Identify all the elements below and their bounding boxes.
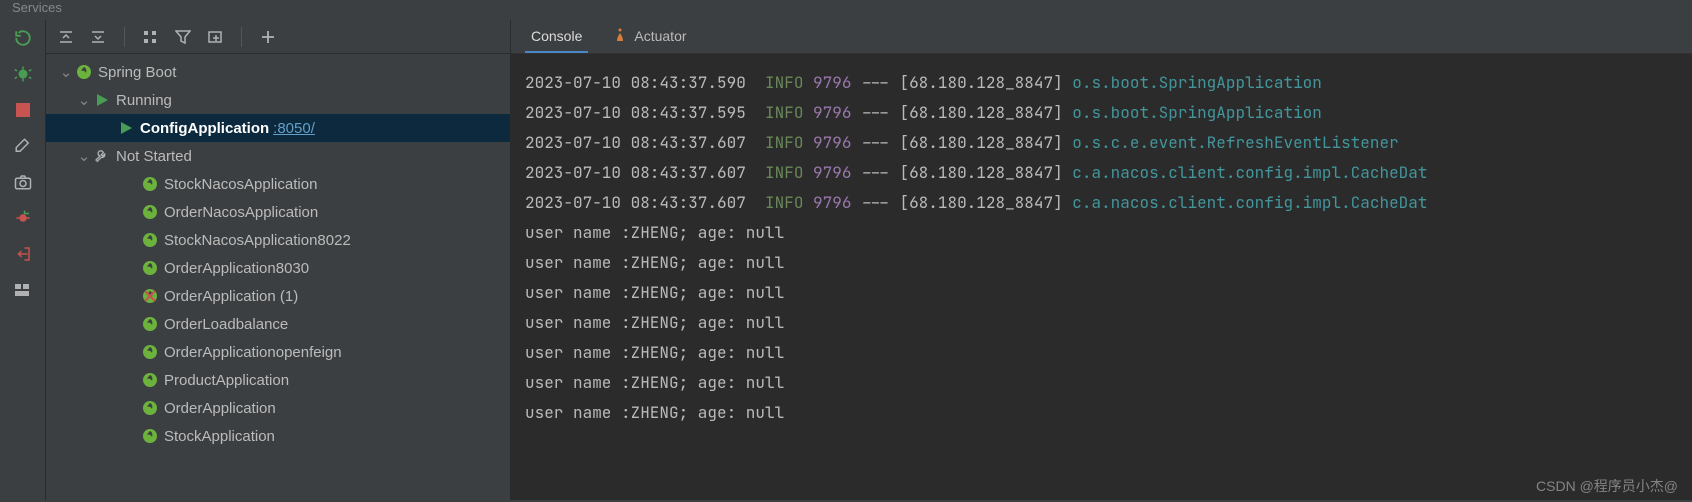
tree-node-app[interactable]: StockApplication — [46, 422, 510, 450]
tree-node-app[interactable]: OrderApplication8030 — [46, 254, 510, 282]
log-line: 2023-07-10 08:43:37.590 INFO 9796 --- [6… — [525, 68, 1692, 98]
spring-boot-icon — [140, 260, 160, 276]
tree-node-app[interactable]: OrderApplicationopenfeign — [46, 338, 510, 366]
tree-label: Running — [116, 92, 172, 109]
chevron-down-icon: ⌄ — [76, 147, 92, 165]
spring-boot-icon — [140, 204, 160, 220]
rerun-icon[interactable] — [11, 26, 35, 50]
tree-label: Spring Boot — [98, 64, 176, 81]
spring-boot-icon — [74, 64, 94, 80]
toolbar-separator — [241, 27, 242, 47]
log-line: user name :ZHENG; age: null — [525, 278, 1692, 308]
tab-label: Console — [531, 28, 582, 44]
log-line: user name :ZHENG; age: null — [525, 218, 1692, 248]
filter-icon[interactable] — [173, 27, 193, 47]
tree-node-app[interactable]: OrderLoadbalance — [46, 310, 510, 338]
log-line: 2023-07-10 08:43:37.607 INFO 9796 --- [6… — [525, 128, 1692, 158]
services-tree[interactable]: ⌄ Spring Boot ⌄ Running ConfigApplicatio… — [46, 54, 510, 500]
tab-console[interactable]: Console — [525, 21, 588, 53]
chevron-down-icon: ⌄ — [76, 91, 92, 109]
spring-boot-icon — [140, 344, 160, 360]
tree-label: OrderApplication8030 — [164, 260, 309, 277]
log-line: user name :ZHENG; age: null — [525, 308, 1692, 338]
tree-label: OrderApplication (1) — [164, 288, 298, 305]
open-new-tab-icon[interactable] — [205, 27, 225, 47]
debug-icon[interactable] — [11, 62, 35, 86]
tree-toolbar — [46, 20, 510, 54]
actuator-icon — [612, 27, 628, 46]
settings-icon[interactable] — [11, 134, 35, 158]
running-icon — [92, 93, 112, 107]
add-service-icon[interactable] — [258, 27, 278, 47]
tab-label: Actuator — [634, 28, 686, 44]
tree-node-not-started[interactable]: ⌄ Not Started — [46, 142, 510, 170]
log-line: 2023-07-10 08:43:37.607 INFO 9796 --- [6… — [525, 158, 1692, 188]
tree-label: ProductApplication — [164, 372, 289, 389]
spring-boot-icon — [140, 400, 160, 416]
tree-node-app[interactable]: ProductApplication — [46, 366, 510, 394]
wrench-icon — [92, 148, 112, 164]
log-line: user name :ZHENG; age: null — [525, 248, 1692, 278]
log-line: user name :ZHENG; age: null — [525, 368, 1692, 398]
port-link[interactable]: :8050/ — [273, 120, 315, 137]
tree-label: StockApplication — [164, 428, 275, 445]
collapse-all-icon[interactable] — [88, 27, 108, 47]
tree-node-app-error[interactable]: OrderApplication (1) — [46, 282, 510, 310]
log-line: 2023-07-10 08:43:37.607 INFO 9796 --- [6… — [525, 188, 1692, 218]
spring-boot-icon — [140, 316, 160, 332]
console-output[interactable]: 2023-07-10 08:43:37.590 INFO 9796 --- [6… — [511, 54, 1692, 500]
tree-label: StockNacosApplication8022 — [164, 232, 351, 249]
tree-label: OrderApplicationopenfeign — [164, 344, 342, 361]
tree-label: Not Started — [116, 148, 192, 165]
tree-node-config-application[interactable]: ConfigApplication :8050/ — [46, 114, 510, 142]
tree-node-app[interactable]: OrderNacosApplication — [46, 198, 510, 226]
tree-label: ConfigApplication — [140, 120, 269, 137]
log-line: user name :ZHENG; age: null — [525, 398, 1692, 428]
console-tabs: Console Actuator — [511, 20, 1692, 54]
tree-label: StockNacosApplication — [164, 176, 317, 193]
camera-icon[interactable] — [11, 170, 35, 194]
console-panel: Console Actuator 2023-07-10 08:43:37.590… — [511, 20, 1692, 500]
spring-boot-icon — [140, 372, 160, 388]
expand-all-icon[interactable] — [56, 27, 76, 47]
services-tree-panel: ⌄ Spring Boot ⌄ Running ConfigApplicatio… — [46, 20, 511, 500]
main-container: ⌄ Spring Boot ⌄ Running ConfigApplicatio… — [0, 20, 1692, 500]
group-by-icon[interactable] — [141, 27, 161, 47]
tab-actuator[interactable]: Actuator — [606, 21, 692, 53]
spring-boot-icon — [140, 428, 160, 444]
tree-node-app[interactable]: StockNacosApplication8022 — [46, 226, 510, 254]
log-line: user name :ZHENG; age: null — [525, 338, 1692, 368]
tree-node-running[interactable]: ⌄ Running — [46, 86, 510, 114]
action-gutter — [0, 20, 46, 500]
spring-boot-error-icon — [140, 288, 160, 304]
tree-node-spring-boot[interactable]: ⌄ Spring Boot — [46, 58, 510, 86]
tree-label: OrderApplication — [164, 400, 276, 417]
tree-label: OrderLoadbalance — [164, 316, 288, 333]
tree-node-app[interactable]: StockNacosApplication — [46, 170, 510, 198]
tool-window-title: Services — [0, 0, 1692, 20]
debug-attach-icon[interactable] — [11, 206, 35, 230]
toolbar-separator — [124, 27, 125, 47]
spring-boot-icon — [140, 232, 160, 248]
tree-label: OrderNacosApplication — [164, 204, 318, 221]
stop-icon[interactable] — [11, 98, 35, 122]
watermark: CSDN @程序员小杰@ — [1536, 476, 1678, 496]
chevron-down-icon: ⌄ — [58, 63, 74, 81]
log-line: 2023-07-10 08:43:37.595 INFO 9796 --- [6… — [525, 98, 1692, 128]
running-icon — [116, 121, 136, 135]
exit-icon[interactable] — [11, 242, 35, 266]
tree-node-app[interactable]: OrderApplication — [46, 394, 510, 422]
layout-icon[interactable] — [11, 278, 35, 302]
spring-boot-icon — [140, 176, 160, 192]
